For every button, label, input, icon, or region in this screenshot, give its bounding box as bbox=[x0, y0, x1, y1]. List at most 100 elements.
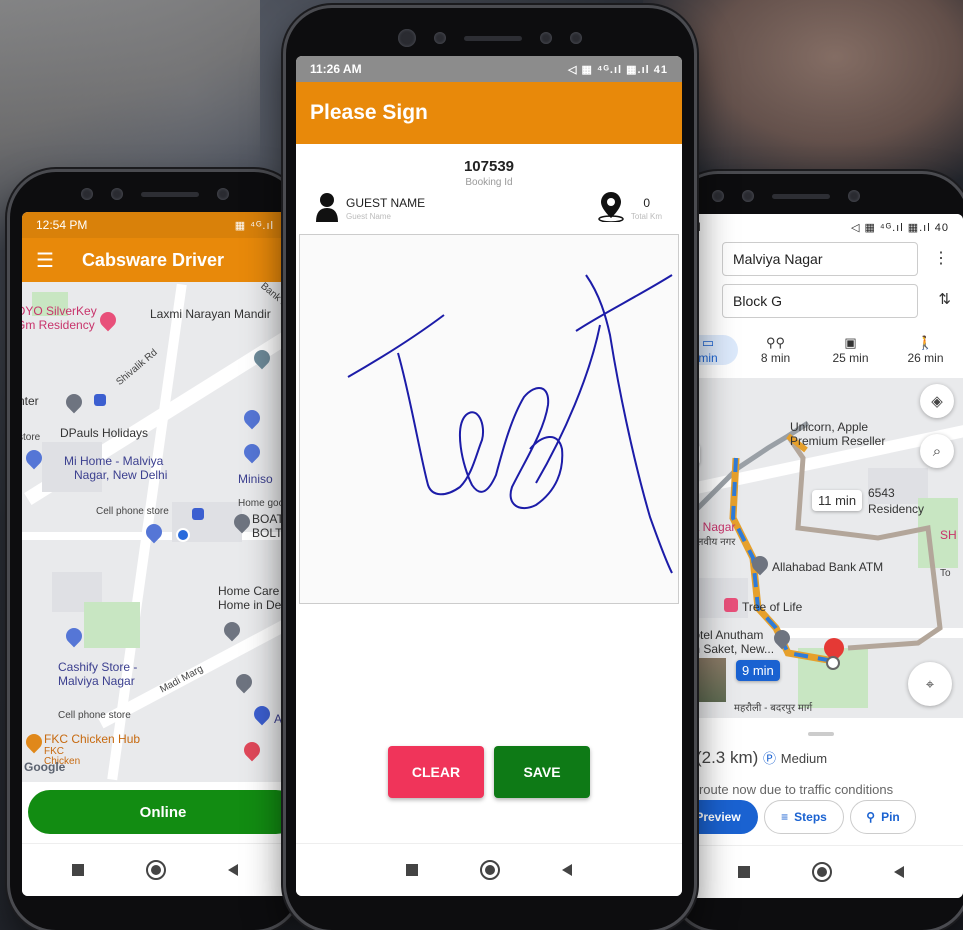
place-pin-icon[interactable] bbox=[232, 670, 256, 694]
poi-label[interactable]: Miniso bbox=[238, 472, 273, 486]
poi-label[interactable]: Allahabad Bank ATM bbox=[772, 560, 883, 574]
poi-label: Home good bbox=[238, 498, 288, 509]
route-note: est route now due to traffic conditions bbox=[678, 782, 894, 797]
hotel-pin-icon[interactable] bbox=[724, 598, 738, 612]
clear-button[interactable]: CLEAR bbox=[388, 746, 484, 798]
road-label: Madi Marg bbox=[158, 663, 206, 696]
poi-label[interactable]: Nagar, New Delhi bbox=[74, 468, 167, 482]
left-phone: 12:54 PM ▦ ⁴ᴳ.ıl ☰ Cabsware Driver OYO S… bbox=[10, 172, 300, 930]
home-icon[interactable] bbox=[811, 862, 832, 882]
signal-icons: ◁ ▦ ⁴ᴳ.ıl ▦.ıl 40 bbox=[850, 221, 949, 234]
back-icon[interactable] bbox=[562, 864, 572, 876]
search-icon[interactable]: ⌕ bbox=[920, 434, 954, 468]
poi-label: 6543 bbox=[868, 486, 895, 500]
poi-label: Cell phone store bbox=[96, 506, 169, 517]
drag-handle[interactable] bbox=[808, 732, 834, 736]
mode-label: min bbox=[698, 351, 718, 365]
right-phone: AM ◁ ▦ ⁴ᴳ.ıl ▦.ıl 40 ○ Malviya Nagar ⋮ ⊙… bbox=[672, 174, 963, 930]
place-pin-icon[interactable] bbox=[62, 390, 86, 414]
back-icon[interactable] bbox=[893, 866, 904, 878]
poi-label: store bbox=[22, 432, 41, 443]
signal-icons: ▦ ⁴ᴳ.ıl bbox=[234, 219, 274, 232]
steps-button[interactable]: ≡ Steps bbox=[764, 800, 844, 834]
shop-pin-icon[interactable] bbox=[240, 440, 264, 464]
recents-icon[interactable] bbox=[406, 864, 418, 876]
layers-icon[interactable]: ◈ bbox=[920, 384, 954, 418]
online-button[interactable]: Online bbox=[28, 790, 288, 834]
menu-icon[interactable]: ☰ bbox=[36, 248, 54, 273]
home-icon[interactable] bbox=[480, 860, 500, 880]
main-route-time-bubble[interactable]: 9 min bbox=[736, 660, 780, 681]
poi-label[interactable]: Tree of Life bbox=[742, 600, 802, 614]
poi-label[interactable]: OYO SilverKey bbox=[22, 304, 97, 318]
google-logo: Google bbox=[24, 760, 66, 774]
status-time: 12:54 PM bbox=[36, 218, 88, 232]
app-bar: Please Sign bbox=[296, 82, 682, 144]
recents-icon[interactable] bbox=[737, 866, 750, 878]
poi-label: Residency bbox=[868, 502, 925, 516]
poi-label[interactable]: BOAT A bbox=[252, 512, 288, 526]
mode-bike[interactable]: ⚲⚲ 8 min bbox=[738, 335, 813, 365]
back-icon[interactable] bbox=[228, 864, 238, 876]
pin-icon: ⚲ bbox=[866, 810, 876, 824]
hospital-pin-icon[interactable] bbox=[240, 738, 264, 762]
map-view[interactable]: OYO SilverKey Gm Residency Laxmi Narayan… bbox=[22, 282, 288, 782]
status-bar: AM ◁ ▦ ⁴ᴳ.ıl ▦.ıl 40 bbox=[678, 214, 963, 240]
poi-label[interactable]: Home Care S bbox=[218, 584, 288, 598]
shop-pin-icon[interactable] bbox=[62, 624, 86, 648]
battery-level: 41 bbox=[653, 63, 668, 76]
poi-label[interactable]: DPauls Holidays bbox=[60, 426, 148, 440]
center-phone-sensors bbox=[286, 28, 694, 48]
place-pin-icon[interactable] bbox=[220, 618, 244, 642]
restaurant-pin-icon[interactable] bbox=[22, 730, 46, 754]
poi-label[interactable]: Home in Del bbox=[218, 598, 284, 612]
poi-label[interactable]: Unicorn, Apple bbox=[790, 420, 868, 434]
origin-input[interactable]: Malviya Nagar bbox=[722, 242, 918, 276]
mode-walk[interactable]: 🚶 26 min bbox=[888, 335, 963, 365]
travel-modes: ▭ min ⚲⚲ 8 min ▣ 25 min 🚶 26 min bbox=[678, 326, 963, 374]
center-phone: 11:26 AM ◁ ▦ ⁴ᴳ.ıl ▦.ıl 41 Please Sign 1… bbox=[286, 8, 694, 930]
swap-icon[interactable]: ⇅ bbox=[938, 290, 951, 308]
more-icon[interactable]: ⋮ bbox=[933, 248, 949, 268]
status-bar: 11:26 AM ◁ ▦ ⁴ᴳ.ıl ▦.ıl 41 bbox=[296, 56, 682, 82]
guest-name-label: Guest Name bbox=[346, 212, 391, 221]
area-label-hindi: मालवीय नगर bbox=[688, 537, 736, 548]
signature-stroke bbox=[347, 274, 673, 574]
poi-label[interactable]: BOLTT bbox=[252, 526, 288, 540]
poi-label[interactable]: Premium Reseller bbox=[790, 434, 885, 448]
motorbike-icon: ⚲⚲ bbox=[765, 335, 786, 350]
mode-label: 26 min bbox=[907, 351, 944, 365]
poi-label[interactable]: FKC Chicken Hub bbox=[44, 732, 140, 746]
alt-route-time-bubble[interactable]: 11 min bbox=[812, 490, 863, 511]
signature-pad[interactable] bbox=[299, 234, 679, 604]
poi-label[interactable]: Gm Residency bbox=[22, 318, 95, 332]
pin-button[interactable]: ⚲ Pin bbox=[850, 800, 916, 834]
shop-pin-icon[interactable] bbox=[240, 406, 264, 430]
destination-input[interactable]: Block G bbox=[722, 284, 918, 318]
signal-icons: ◁ ▦ ⁴ᴳ.ıl ▦.ıl 41 bbox=[567, 63, 668, 76]
shop-pin-icon[interactable] bbox=[250, 702, 274, 726]
poi-label[interactable]: Malviya Nagar bbox=[58, 674, 135, 688]
transit-stop-icon[interactable] bbox=[94, 394, 106, 406]
poi-label[interactable]: Cashify Store - bbox=[58, 660, 137, 674]
mode-transit[interactable]: ▣ 25 min bbox=[813, 335, 888, 365]
total-km-label: Total Km bbox=[630, 212, 662, 221]
map-view[interactable]: Unicorn, Apple Premium Reseller in 11 mi… bbox=[678, 378, 963, 718]
save-button[interactable]: SAVE bbox=[494, 746, 590, 798]
alt-route bbox=[785, 434, 943, 651]
road-label: Shivalik Rd bbox=[114, 347, 160, 388]
hotel-pin-icon[interactable] bbox=[96, 308, 120, 332]
recents-icon[interactable] bbox=[72, 864, 84, 876]
poi-label[interactable]: Laxmi Narayan Mandir bbox=[150, 307, 271, 321]
poi-label[interactable]: Mi Home - Malviya bbox=[64, 454, 163, 468]
my-location-icon[interactable]: ⌖ bbox=[908, 662, 952, 706]
booking-id-label: Booking Id bbox=[465, 177, 513, 188]
home-icon[interactable] bbox=[146, 860, 166, 880]
road-label: महरौली - बदरपुर मार्ग bbox=[734, 703, 813, 714]
current-location-dot bbox=[176, 528, 190, 542]
transit-stop-icon[interactable] bbox=[192, 508, 204, 520]
status-bar: 12:54 PM ▦ ⁴ᴳ.ıl bbox=[22, 212, 288, 238]
route-end-dot bbox=[826, 656, 840, 670]
right-phone-sensors bbox=[672, 186, 963, 206]
app-bar: ☰ Cabsware Driver bbox=[22, 238, 288, 282]
